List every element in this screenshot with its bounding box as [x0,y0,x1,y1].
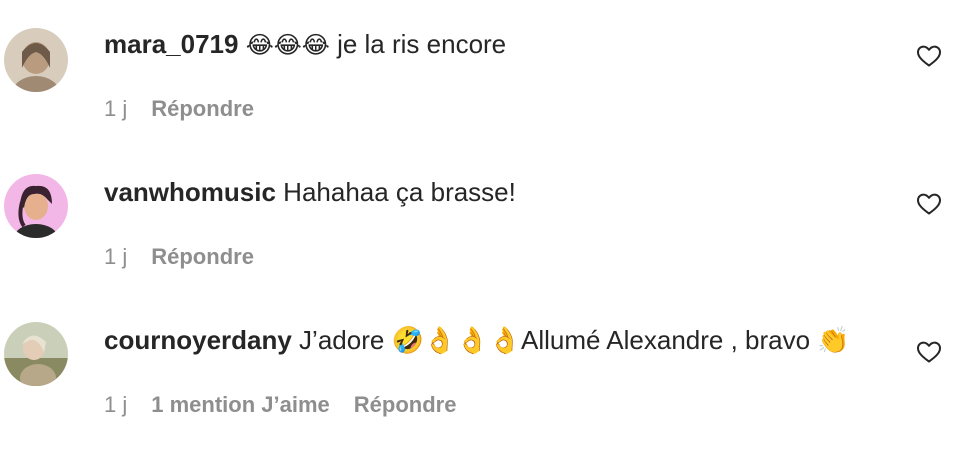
comment-text-line: mara_0719 😂😂😂 je la ris encore [104,24,506,64]
avatar[interactable] [4,174,68,238]
like-button[interactable] [916,340,942,364]
comment-username[interactable]: cournoyerdany [104,325,292,355]
comment-body: je la ris encore [329,29,507,59]
user-avatar-photo-icon [4,174,68,238]
comment-time[interactable]: 1 j [104,94,127,124]
avatar[interactable] [4,322,68,386]
reply-button[interactable]: Répondre [354,390,457,420]
comments-list: mara_0719 😂😂😂 je la ris encore 1 j Répond… [0,0,960,450]
comment-text-line: cournoyerdany J’adore 🤣👌👌👌Allumé Alexand… [104,320,850,360]
comment-username[interactable]: vanwhomusic [104,177,276,207]
comment-item: vanwhomusic Hahahaa ça brasse! 1 j Répond… [0,172,960,320]
user-avatar-photo-icon [4,28,68,92]
user-avatar-photo-icon [4,322,68,386]
comment-username[interactable]: mara_0719 [104,29,238,59]
like-button[interactable] [916,192,942,216]
comment-body: J’adore 🤣👌👌👌Allumé Alexandre , bravo 👏 [291,325,850,355]
comment-time[interactable]: 1 j [104,242,127,272]
comment-meta: 1 j Répondre [104,94,278,124]
comment-meta: 1 j 1 mention J’aime Répondre [104,390,480,420]
like-button[interactable] [916,44,942,68]
comment-item: mara_0719 😂😂😂 je la ris encore 1 j Répond… [0,24,960,172]
heart-outline-icon [917,193,941,215]
heart-outline-icon [917,341,941,363]
comment-emojis: 😂😂😂 [245,31,330,59]
comment-meta: 1 j Répondre [104,242,278,272]
comment-item: cournoyerdany J’adore 🤣👌👌👌Allumé Alexand… [0,320,960,468]
heart-outline-icon [917,45,941,67]
likes-count-button[interactable]: 1 mention J’aime [151,390,330,420]
reply-button[interactable]: Répondre [151,242,254,272]
comment-text-line: vanwhomusic Hahahaa ça brasse! [104,172,516,212]
comment-body: Hahahaa ça brasse! [275,177,516,207]
avatar[interactable] [4,28,68,92]
comment-time[interactable]: 1 j [104,390,127,420]
reply-button[interactable]: Répondre [151,94,254,124]
